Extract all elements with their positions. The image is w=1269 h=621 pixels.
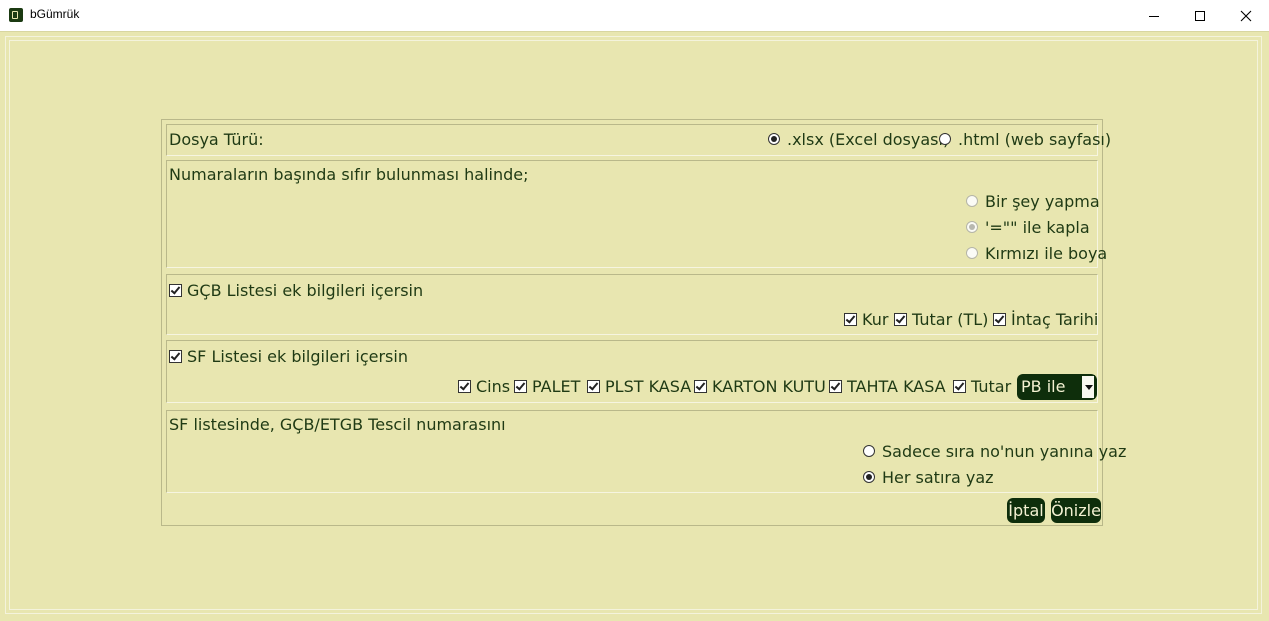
close-icon <box>1240 10 1252 21</box>
minimize-icon <box>1149 15 1159 17</box>
tutar-label[interactable]: Tutar <box>971 377 1011 396</box>
only-next-to-row-label[interactable]: Sadece sıra no'nun yanına yaz <box>882 442 1126 461</box>
html-radio-label[interactable]: .html (web sayfası) <box>958 130 1111 149</box>
xlsx-radio-label[interactable]: .xlsx (Excel dosyası) <box>787 130 949 149</box>
leading-zeros-label: Numaraların başında sıfır bulunması hali… <box>169 165 529 184</box>
html-radio[interactable] <box>939 133 951 145</box>
cancel-button[interactable]: İptal <box>1007 498 1045 523</box>
karton-kutu-checkbox[interactable] <box>694 380 707 393</box>
paint-red-label[interactable]: Kırmızı ile boya <box>985 244 1107 263</box>
minimize-button[interactable] <box>1131 0 1177 31</box>
registration-no-label: SF listesinde, GÇB/ETGB Tescil numarasın… <box>169 415 506 434</box>
file-type-label: Dosya Türü: <box>169 130 264 149</box>
every-row-label[interactable]: Her satıra yaz <box>882 468 994 487</box>
app-logo-icon <box>9 8 23 22</box>
close-button[interactable] <box>1223 0 1269 31</box>
gcb-list-label[interactable]: GÇB Listesi ek bilgileri içersin <box>187 281 423 300</box>
window-title: bGümrük <box>30 7 80 21</box>
karton-kutu-label[interactable]: KARTON KUTU <box>712 377 826 396</box>
wrap-formula-radio[interactable] <box>966 221 978 233</box>
sf-list-label[interactable]: SF Listesi ek bilgileri içersin <box>187 347 408 366</box>
preview-button[interactable]: Önizle <box>1051 498 1101 523</box>
cins-label[interactable]: Cins <box>476 377 510 396</box>
palet-checkbox[interactable] <box>514 380 527 393</box>
plst-kasa-checkbox[interactable] <box>587 380 600 393</box>
intac-tarihi-checkbox[interactable] <box>993 313 1006 326</box>
sf-list-checkbox[interactable] <box>169 350 182 363</box>
maximize-button[interactable] <box>1177 0 1223 31</box>
paint-red-radio[interactable] <box>966 247 978 259</box>
tahta-kasa-label[interactable]: TAHTA KASA <box>847 377 946 396</box>
wrap-formula-label[interactable]: '="" ile kapla <box>985 218 1090 237</box>
kur-label[interactable]: Kur <box>862 310 888 329</box>
kur-checkbox[interactable] <box>844 313 857 326</box>
tutar-tl-checkbox[interactable] <box>894 313 907 326</box>
only-next-to-row-radio[interactable] <box>863 445 875 457</box>
every-row-radio[interactable] <box>863 471 875 483</box>
tutar-checkbox[interactable] <box>953 380 966 393</box>
cins-checkbox[interactable] <box>458 380 471 393</box>
chevron-down-icon[interactable] <box>1081 375 1095 399</box>
maximize-icon <box>1195 10 1205 21</box>
intac-tarihi-label[interactable]: İntaç Tarihi <box>1011 310 1098 329</box>
plst-kasa-label[interactable]: PLST KASA <box>605 377 691 396</box>
do-nothing-radio[interactable] <box>966 195 978 207</box>
tutar-tl-label[interactable]: Tutar (TL) <box>912 310 988 329</box>
xlsx-radio[interactable] <box>768 133 780 145</box>
title-bar <box>0 0 1269 31</box>
currency-select-value[interactable]: PB ile <box>1021 377 1065 396</box>
palet-label[interactable]: PALET <box>532 377 580 396</box>
tahta-kasa-checkbox[interactable] <box>829 380 842 393</box>
gcb-list-checkbox[interactable] <box>169 284 182 297</box>
do-nothing-label[interactable]: Bir şey yapma <box>985 192 1100 211</box>
